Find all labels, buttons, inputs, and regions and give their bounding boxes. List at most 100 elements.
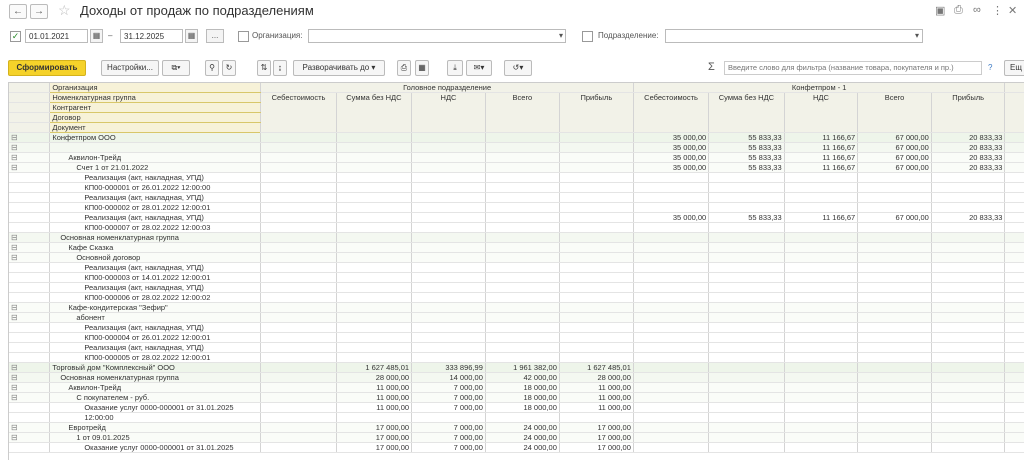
division-field[interactable] bbox=[665, 29, 923, 43]
table-row[interactable]: Реализация (акт, накладная, УПД) 35 000,0… bbox=[9, 212, 1024, 223]
column-header[interactable]: Всего bbox=[485, 92, 560, 133]
tree-toggle-icon[interactable] bbox=[9, 212, 51, 223]
table-row[interactable]: Оказание услуг 0000-000001 от 31.01.2025… bbox=[9, 402, 1024, 413]
more-actions-button[interactable]: Ещ bbox=[1004, 60, 1024, 76]
table-row[interactable]: ⊟ абонент bbox=[9, 312, 1024, 323]
generate-button[interactable]: Сформировать bbox=[8, 60, 86, 76]
table-row[interactable]: ⊟ Основная номенклатурная группа 28 000,00… bbox=[9, 372, 1024, 383]
table-row[interactable]: ⊟ Евротрейд 17 000,00 7 000,00 24 000,00 17 0… bbox=[9, 422, 1024, 433]
calendar-from-button[interactable]: ▦ bbox=[90, 29, 103, 43]
division-checkbox[interactable] bbox=[582, 31, 593, 42]
tree-toggle-icon[interactable] bbox=[9, 202, 51, 213]
table-row[interactable]: Реализация (акт, накладная, УПД) bbox=[9, 262, 1024, 273]
table-row[interactable]: ⊟ Конфетпром ООО 35 000,00 55 833,33 11 166,… bbox=[9, 132, 1024, 143]
column-header[interactable]: Себестоимость bbox=[260, 92, 337, 133]
save-icon[interactable]: ▣ bbox=[935, 4, 945, 17]
table-row[interactable]: Реализация (акт, накладная, УПД) bbox=[9, 282, 1024, 293]
preview-button[interactable]: ▦ bbox=[415, 60, 429, 76]
organization-checkbox[interactable] bbox=[238, 31, 249, 42]
tree-toggle-icon[interactable] bbox=[9, 272, 51, 283]
column-header[interactable]: Всего bbox=[857, 92, 932, 133]
tree-toggle-icon[interactable]: ⊟ bbox=[9, 432, 51, 443]
tree-toggle-icon[interactable] bbox=[9, 222, 51, 233]
table-row[interactable]: Реализация (акт, накладная, УПД) bbox=[9, 322, 1024, 333]
table-row[interactable]: ⊟ Кафе-кондитерская "Зефир" bbox=[9, 302, 1024, 313]
table-row[interactable]: ⊟ Торговый дом "Комплексный" ООО 1 627 485… bbox=[9, 362, 1024, 373]
sort-desc-button[interactable]: ↨ bbox=[273, 60, 287, 76]
expand-button[interactable]: Разворачивать до ▾ bbox=[293, 60, 385, 76]
print-icon[interactable]: ⎙ bbox=[954, 4, 963, 17]
table-row[interactable]: Реализация (акт, накладная, УПД) bbox=[9, 192, 1024, 203]
tree-toggle-icon[interactable]: ⊟ bbox=[9, 422, 51, 433]
table-row[interactable]: ⊟ Кафе Сказка bbox=[9, 242, 1024, 253]
search-clear-button[interactable]: ↻ bbox=[222, 60, 236, 76]
star-icon[interactable]: ☆ bbox=[58, 2, 71, 19]
save-file-button[interactable]: ⤓ bbox=[447, 60, 463, 76]
organization-field[interactable] bbox=[308, 29, 566, 43]
column-header[interactable]: Сумма без НДС bbox=[708, 92, 785, 133]
forward-button[interactable]: → bbox=[30, 4, 48, 19]
tree-toggle-icon[interactable]: ⊟ bbox=[9, 302, 51, 313]
print-button[interactable]: ⎙ bbox=[397, 60, 411, 76]
table-row[interactable]: ⊟ Аквилон-Трейд 35 000,00 55 833,33 11 166,6… bbox=[9, 152, 1024, 163]
chevron-down-icon[interactable]: ▾ bbox=[912, 30, 922, 42]
tree-toggle-icon[interactable] bbox=[9, 172, 51, 183]
table-row[interactable]: ⊟ Основная номенклатурная группа bbox=[9, 232, 1024, 243]
tree-toggle-icon[interactable] bbox=[9, 352, 51, 363]
sigma-icon[interactable]: Σ bbox=[708, 61, 715, 73]
table-row[interactable]: ⊟ Основной договор bbox=[9, 252, 1024, 263]
tree-toggle-icon[interactable] bbox=[9, 332, 51, 343]
column-header[interactable]: НДС bbox=[411, 92, 486, 133]
tree-toggle-icon[interactable] bbox=[9, 342, 51, 353]
link-icon[interactable]: ∞ bbox=[973, 4, 981, 16]
tree-toggle-icon[interactable] bbox=[9, 402, 51, 413]
email-button[interactable]: ✉▾ bbox=[466, 60, 492, 76]
tree-toggle-icon[interactable]: ⊟ bbox=[9, 312, 51, 323]
tree-toggle-icon[interactable]: ⊟ bbox=[9, 382, 51, 393]
table-row[interactable]: Реализация (акт, накладная, УПД) bbox=[9, 172, 1024, 183]
tree-toggle-icon[interactable] bbox=[9, 192, 51, 203]
search-button[interactable]: ⚲ bbox=[205, 60, 219, 76]
report-grid[interactable]: Организация Головное подразделение Конфетп… bbox=[8, 82, 1024, 460]
table-row[interactable]: КП00-000006 от 28.02.2022 12:00:02 bbox=[9, 292, 1024, 303]
table-row[interactable]: ⊟ 1 от 09.01.2025 17 000,00 7 000,00 24 000,… bbox=[9, 432, 1024, 443]
table-row[interactable]: ⊟ Аквилон-Трейд 11 000,00 7 000,00 18 000,00… bbox=[9, 382, 1024, 393]
tree-toggle-icon[interactable]: ⊟ bbox=[9, 232, 51, 243]
column-header[interactable]: Сумма без НДС bbox=[336, 92, 413, 133]
filter-search-input[interactable] bbox=[724, 61, 982, 75]
table-row[interactable]: Реализация (акт, накладная, УПД) bbox=[9, 342, 1024, 353]
tree-toggle-icon[interactable]: ⊟ bbox=[9, 252, 51, 263]
table-row[interactable]: ⊟ С покупателем - руб. 11 000,00 7 000,00 18… bbox=[9, 392, 1024, 403]
tree-toggle-icon[interactable] bbox=[9, 262, 51, 273]
table-row[interactable]: КП00-000001 от 26.01.2022 12:00:00 bbox=[9, 182, 1024, 193]
period-from-field[interactable]: 01.01.2021 bbox=[25, 29, 88, 43]
table-row[interactable]: КП00-000003 от 14.01.2022 12:00:01 bbox=[9, 272, 1024, 283]
chevron-down-icon[interactable]: ▾ bbox=[556, 30, 566, 42]
table-row[interactable]: КП00-000004 от 26.01.2022 12:00:01 bbox=[9, 332, 1024, 343]
tree-toggle-icon[interactable] bbox=[9, 292, 51, 303]
help-link[interactable]: ? bbox=[988, 63, 992, 72]
tree-toggle-icon[interactable]: ⊟ bbox=[9, 392, 51, 403]
period-checkbox[interactable]: ✓ bbox=[10, 31, 21, 42]
tree-toggle-icon[interactable]: ⊟ bbox=[9, 152, 51, 163]
tree-toggle-icon[interactable] bbox=[9, 442, 51, 453]
column-header[interactable]: Прибыль bbox=[931, 92, 1006, 133]
tree-toggle-icon[interactable]: ⊟ bbox=[9, 242, 51, 253]
settings-button[interactable]: Настройки... bbox=[101, 60, 159, 76]
sort-asc-button[interactable]: ⇅ bbox=[257, 60, 271, 76]
share-button[interactable]: ↺▾ bbox=[504, 60, 532, 76]
column-header[interactable]: Прибыль bbox=[559, 92, 634, 133]
tree-toggle-icon[interactable]: ⊟ bbox=[9, 372, 51, 383]
table-row[interactable]: ⊟ Счет 1 от 21.01.2022 35 000,00 55 833,33 1… bbox=[9, 162, 1024, 173]
table-row[interactable]: Оказание услуг 0000-000001 от 31.01.2025… bbox=[9, 442, 1024, 453]
table-row[interactable]: ⊟ 35 000,00 55 833,33 11 166,67 67 000,00 20 … bbox=[9, 142, 1024, 153]
period-to-field[interactable]: 31.12.2025 bbox=[120, 29, 183, 43]
table-row[interactable]: КП00-000007 от 28.02.2022 12:00:03 bbox=[9, 222, 1024, 233]
variant-button[interactable]: ⧉▾ bbox=[162, 60, 190, 76]
calendar-to-button[interactable]: ▦ bbox=[185, 29, 198, 43]
table-row[interactable]: 12:00:00 bbox=[9, 412, 1024, 423]
tree-toggle-icon[interactable] bbox=[9, 412, 51, 423]
tree-toggle-icon[interactable]: ⊟ bbox=[9, 362, 51, 373]
back-button[interactable]: ← bbox=[9, 4, 27, 19]
column-header[interactable]: Себестоимость bbox=[633, 92, 710, 133]
